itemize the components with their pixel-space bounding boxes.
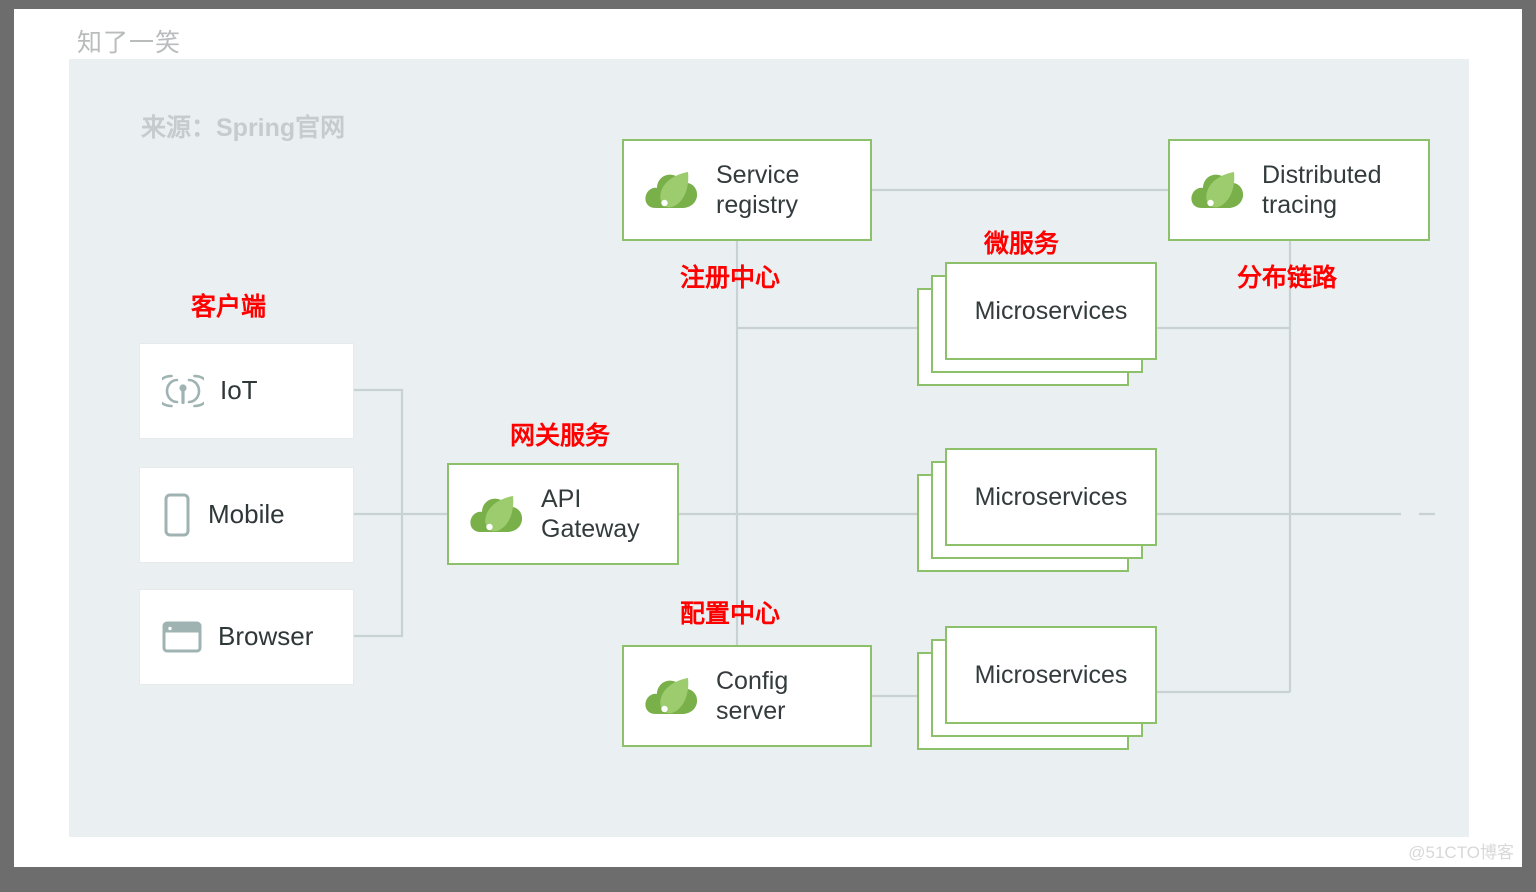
- client-node-mobile[interactable]: Mobile: [139, 467, 354, 563]
- spring-node-label: API Gateway: [541, 484, 640, 544]
- screenshot-frame: 知了一笑 来源：Spring官网 客户端 网关服务 注册中心 微服务 分布链路 …: [0, 0, 1536, 892]
- client-node-label: IoT: [220, 375, 258, 406]
- brand-title: 知了一笑: [77, 29, 182, 57]
- spring-node-config-server[interactable]: Config server: [622, 645, 872, 747]
- microservice-label: Microservices: [974, 296, 1128, 325]
- annotation-client-tier: 客户端: [191, 293, 267, 321]
- annotation-config-center: 配置中心: [680, 600, 781, 628]
- annotation-gateway-service: 网关服务: [510, 422, 611, 450]
- microservice-label: Microservices: [974, 482, 1128, 511]
- watermark: @51CTO博客: [1408, 843, 1514, 862]
- spring-node-distributed-tracing[interactable]: Distributed tracing: [1168, 139, 1430, 241]
- microservice-stack-bottom[interactable]: Microservices: [917, 626, 1157, 756]
- spring-node-label: Service registry: [716, 160, 800, 220]
- client-node-iot[interactable]: IoT: [139, 343, 354, 439]
- spring-leaf-icon: [645, 678, 698, 714]
- annotation-registry-center: 注册中心: [680, 264, 781, 292]
- source-note: 来源：Spring官网: [141, 114, 346, 142]
- document-page: 知了一笑 来源：Spring官网 客户端 网关服务 注册中心 微服务 分布链路 …: [14, 9, 1522, 867]
- architecture-diagram-canvas: 来源：Spring官网 客户端 网关服务 注册中心 微服务 分布链路 配置中心 …: [69, 59, 1469, 837]
- browser-window-icon: [162, 621, 202, 653]
- spring-leaf-icon: [645, 172, 698, 208]
- spring-node-api-gateway[interactable]: API Gateway: [447, 463, 679, 565]
- spring-node-service-registry[interactable]: Service registry: [622, 139, 872, 241]
- mobile-phone-icon: [164, 493, 190, 537]
- microservice-stack-middle[interactable]: Microservices: [917, 448, 1157, 578]
- client-node-label: Browser: [218, 621, 314, 652]
- spring-leaf-icon: [1191, 172, 1244, 208]
- annotation-microservice-tier: 微服务: [984, 230, 1060, 258]
- spring-node-label: Config server: [716, 666, 789, 726]
- annotation-tracing-center: 分布链路: [1237, 264, 1338, 292]
- client-node-browser[interactable]: Browser: [139, 589, 354, 685]
- broadcast-signal-icon: [162, 374, 204, 408]
- spring-leaf-icon: [470, 496, 523, 532]
- microservice-stack-top[interactable]: Microservices: [917, 262, 1157, 392]
- microservice-card-front[interactable]: Microservices: [945, 448, 1157, 546]
- client-node-label: Mobile: [208, 499, 285, 530]
- spring-node-label: Distributed tracing: [1262, 160, 1382, 220]
- microservice-card-front[interactable]: Microservices: [945, 626, 1157, 724]
- microservice-label: Microservices: [974, 660, 1128, 689]
- microservice-card-front[interactable]: Microservices: [945, 262, 1157, 360]
